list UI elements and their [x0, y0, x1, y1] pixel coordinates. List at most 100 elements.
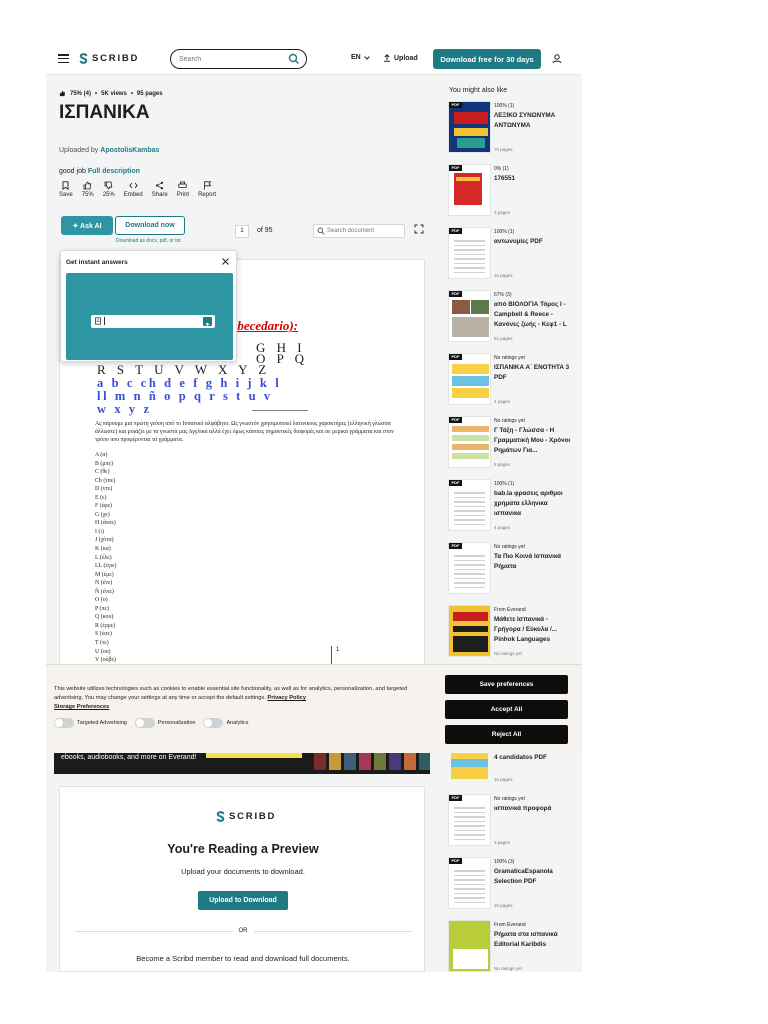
download-free-button[interactable]: Download free for 30 days: [433, 49, 541, 69]
storage-preferences-link[interactable]: Storage Preferences: [54, 704, 109, 710]
page-number-input[interactable]: 1: [235, 225, 249, 238]
item-rating: 100% (1): [494, 103, 515, 109]
document-thumbnail[interactable]: PDF: [448, 290, 491, 342]
item-title: GramaticaEspanola Selection PDF: [494, 868, 553, 885]
scribd-logo: SCRIBD: [215, 810, 276, 823]
document-thumbnail[interactable]: PDF: [448, 164, 491, 216]
save-button[interactable]: Save: [59, 181, 73, 198]
or-label: OR: [238, 928, 248, 934]
document-thumbnail[interactable]: [448, 920, 491, 972]
document-thumbnail[interactable]: PDF: [448, 857, 491, 909]
upload-to-download-button[interactable]: Upload to Download: [198, 891, 288, 910]
fullscreen-icon[interactable]: [414, 224, 424, 234]
list-item: G (χε): [95, 511, 110, 518]
report-button[interactable]: Report: [198, 181, 216, 198]
share-icon: [156, 181, 164, 190]
document-thumbnail[interactable]: [448, 731, 491, 783]
search-box[interactable]: [170, 49, 307, 69]
list-item: C (θε): [95, 469, 110, 476]
toggle-switch[interactable]: [54, 718, 74, 728]
recommendation-item[interactable]: PDF 100% (1) αντωνυμίες PDF 10 pages: [448, 227, 578, 287]
brand-name: SCRIBD: [92, 53, 140, 64]
list-item: Ñ (ένιε): [95, 588, 114, 595]
document-stats: 75% (4) • 5K views • 95 pages: [59, 90, 163, 97]
promo-text: ebooks, audiobooks, and more on Everand!: [61, 754, 197, 761]
recommendation-item[interactable]: PDF No ratings yet Γ Τάξη - Γλώσσα - Η Γ…: [448, 416, 578, 476]
divider: [252, 410, 308, 411]
item-pages: 3 pages: [494, 210, 511, 215]
scribd-logo-icon: [79, 53, 88, 64]
document-thumbnail[interactable]: PDF: [448, 416, 491, 468]
recommendation-item[interactable]: From Everand Μάθετε Ισπανικά - Γρήγορα /…: [448, 605, 578, 665]
full-description-link[interactable]: Full description: [88, 168, 140, 175]
separator-dot: •: [95, 90, 98, 97]
accept-all-button[interactable]: Accept All: [445, 700, 568, 719]
item-pages: 4 pages: [494, 525, 511, 530]
recommendation-item[interactable]: PDF 67% (3) από ΒΙΟΛΟΓΙΑ Τόμος I - Campb…: [448, 290, 578, 350]
toggle-targeted-advertising[interactable]: Targeted Advertising: [54, 718, 127, 728]
upload-link[interactable]: Upload: [383, 54, 418, 62]
pdf-badge: PDF: [449, 795, 462, 801]
document-thumbnail[interactable]: [448, 605, 491, 657]
recommendation-item[interactable]: PDF No ratings yet Τα Πιο Κοινά Ισπανικά…: [448, 542, 578, 602]
document-search-input[interactable]: Search document: [313, 224, 405, 238]
alphabet-list: A (α) B (μπε) C (θε) Ch (τσε) D (ντε) E …: [95, 451, 117, 665]
close-icon[interactable]: [221, 257, 230, 266]
search-icon[interactable]: [288, 53, 300, 65]
toggle-switch[interactable]: [134, 718, 155, 728]
recommendation-item[interactable]: From Everand Ρήματα στα ισπανικά Editori…: [448, 920, 578, 980]
description: good job Full description: [59, 168, 140, 175]
downvote-button[interactable]: 25%: [103, 181, 115, 198]
menu-icon[interactable]: [58, 54, 69, 64]
upvote-button[interactable]: 75%: [82, 181, 94, 198]
recommendation-item[interactable]: PDF 100% (1) ΛΕΞΙΚΟ ΣΥΝΩΝΥΜΑ ΑΝΤΩΝΥΜΑ 70…: [448, 101, 578, 161]
recommendation-item[interactable]: PDF No ratings yet ισπανικά προφορά 3 pa…: [448, 794, 578, 854]
item-pages: No ratings yet: [494, 966, 522, 971]
print-label: Print: [176, 192, 190, 198]
embed-button[interactable]: Embed: [124, 181, 143, 198]
list-item: L (έλε): [95, 554, 112, 561]
recommendation-item[interactable]: 4 candidatos PDF 10 pages: [448, 731, 578, 791]
send-button[interactable]: [203, 317, 212, 328]
chat-input[interactable]: [91, 315, 215, 328]
document-thumbnail[interactable]: PDF: [448, 101, 491, 153]
item-title: Ρήματα στα ισπανικά Editorial Karibdis: [494, 931, 558, 948]
search-input[interactable]: [179, 53, 279, 65]
divider: [75, 931, 233, 932]
toggle-analytics[interactable]: Analytics: [203, 718, 248, 728]
document-thumbnail[interactable]: PDF: [448, 542, 491, 594]
recommendation-item[interactable]: PDF No ratings yet ΙΣΠΑΝΙΚΑ Α΄ ΕΝΟΤΗΤΑ 3…: [448, 353, 578, 413]
cookie-message: This website utilizes technologies such …: [54, 686, 408, 701]
download-now-button[interactable]: Download now: [115, 216, 185, 235]
language-selector[interactable]: EN: [351, 54, 370, 61]
list-item: Ch (τσε): [95, 477, 116, 484]
stage: SCRIBD EN Upload Download free for 30 da…: [0, 0, 768, 1024]
page-number: 1: [336, 647, 340, 653]
document-search-placeholder: Search document: [327, 228, 375, 234]
recommendation-item[interactable]: PDF 0% (1) 176551 3 pages: [448, 164, 578, 224]
ask-ai-button[interactable]: ✦ Ask AI: [61, 216, 113, 235]
share-button[interactable]: Share: [152, 181, 168, 198]
print-button[interactable]: Print: [177, 181, 189, 198]
document-title: ΙΣΠΑΝΙΚΑ: [59, 102, 150, 123]
user-icon[interactable]: [550, 52, 564, 66]
save-preferences-button[interactable]: Save preferences: [445, 675, 568, 694]
list-item: U (ου): [95, 648, 111, 655]
recommendations-heading: You might also like: [449, 87, 508, 94]
scribd-logo[interactable]: SCRIBD: [78, 52, 139, 65]
recommendation-item[interactable]: PDF 100% (1) bab.la φρασεις αριθμοι χρημ…: [448, 479, 578, 539]
toggle-personalization[interactable]: Personalization: [134, 718, 195, 728]
document-thumbnail[interactable]: PDF: [448, 227, 491, 279]
document-thumbnail[interactable]: PDF: [448, 353, 491, 405]
pdf-badge: PDF: [449, 417, 462, 423]
document-thumbnail[interactable]: PDF: [448, 479, 491, 531]
document-thumbnail[interactable]: PDF: [448, 794, 491, 846]
uploader-link[interactable]: ApostolisKambas: [100, 147, 159, 154]
sparkle-icon: ✦: [72, 222, 81, 230]
rating-text: 75% (4): [70, 90, 92, 97]
recommendation-item[interactable]: PDF 100% (3) GramaticaEspanola Selection…: [448, 857, 578, 917]
toggle-switch[interactable]: [203, 718, 224, 728]
save-label: Save: [59, 192, 73, 198]
item-rating: 0% (1): [494, 166, 509, 172]
privacy-policy-link[interactable]: Privacy Policy: [267, 695, 306, 701]
